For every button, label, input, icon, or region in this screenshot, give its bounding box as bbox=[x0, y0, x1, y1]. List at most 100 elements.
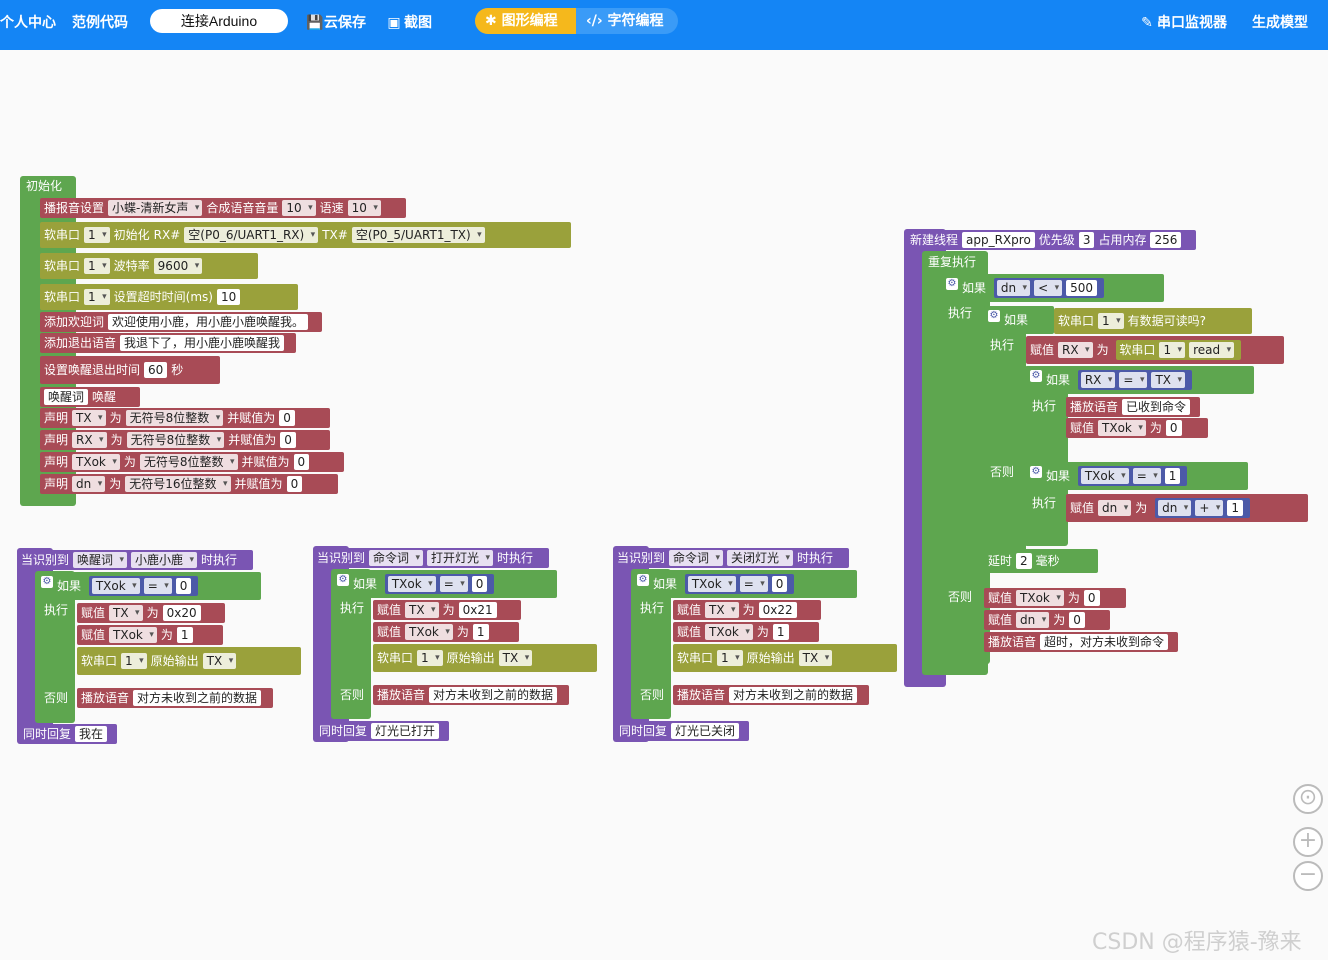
declare-tx[interactable]: 声明TX为无符号8位整数并赋值为0 bbox=[40, 408, 330, 428]
var-dropdown[interactable]: RX bbox=[72, 432, 107, 448]
voice-text[interactable]: 超时，对方未收到命令 bbox=[1040, 634, 1169, 650]
increment-dn[interactable]: 赋值dn为 dn+1 bbox=[1066, 494, 1308, 522]
word-type-dropdown[interactable]: 唤醒词 bbox=[73, 552, 128, 568]
gear-icon[interactable]: ⚙ bbox=[946, 278, 958, 290]
wake-play-voice[interactable]: 播放语音 对方未收到之前的数据 bbox=[77, 688, 273, 708]
compare-expr[interactable]: dn<500 bbox=[993, 278, 1105, 298]
var-dropdown[interactable]: TX bbox=[109, 605, 143, 621]
var-dropdown[interactable]: TXok bbox=[91, 578, 140, 594]
if4-row[interactable]: ⚙ 如果 TXok=1 bbox=[1026, 462, 1248, 490]
else-assign-dn[interactable]: 赋值dn为0 bbox=[984, 610, 1110, 630]
wake-timeout-value[interactable]: 60 bbox=[144, 362, 168, 378]
var-dropdown[interactable]: TX bbox=[405, 602, 439, 618]
text-mode-tab[interactable]: ‹/› 字符编程 bbox=[576, 8, 678, 34]
init-row-voice[interactable]: 播报音设置小蝶-清新女声合成语音音量10语速10 bbox=[40, 198, 406, 218]
cmd1-serial-write[interactable]: 软串口1原始输出TX bbox=[373, 644, 597, 672]
wake-word-value[interactable]: 唤醒词 bbox=[44, 389, 89, 405]
cmd2-assign-txok[interactable]: 赋值TXok为1 bbox=[673, 622, 819, 642]
var-dropdown[interactable]: TX bbox=[72, 410, 106, 426]
voice-dropdown[interactable]: 小蝶-清新女声 bbox=[108, 200, 203, 216]
word-dropdown[interactable]: 小鹿小鹿 bbox=[131, 552, 198, 568]
zoom-out-button[interactable]: − bbox=[1293, 861, 1323, 891]
value[interactable]: 500 bbox=[1066, 280, 1098, 296]
init-row-wake-word[interactable]: 唤醒词 唤醒 bbox=[40, 387, 140, 407]
gear-icon[interactable]: ⚙ bbox=[337, 574, 349, 586]
var-dropdown[interactable]: TX bbox=[798, 650, 833, 666]
wake-if-row[interactable]: ⚙ 如果 TXok=0 bbox=[37, 572, 261, 600]
op-dropdown[interactable]: < bbox=[1034, 280, 1063, 296]
assign-txok-0[interactable]: 赋值TXok为0 bbox=[1066, 418, 1208, 438]
var-dropdown[interactable]: TX bbox=[705, 602, 739, 618]
speed-dropdown[interactable]: 10 bbox=[347, 200, 381, 216]
op-dropdown[interactable]: = bbox=[1119, 372, 1148, 388]
assign-rx[interactable]: 赋值RX为 软串口1read bbox=[1026, 336, 1284, 364]
type-dropdown[interactable]: 无符号8位整数 bbox=[125, 410, 224, 426]
value[interactable]: 1 bbox=[772, 624, 789, 640]
serial-port-dropdown[interactable]: 1 bbox=[84, 289, 110, 305]
init-block-title[interactable]: 初始化 bbox=[22, 176, 67, 196]
cmd2-if-row[interactable]: ⚙ 如果 TXok=0 bbox=[633, 570, 857, 598]
init-value[interactable]: 0 bbox=[280, 432, 296, 448]
value[interactable]: 1 bbox=[1227, 500, 1244, 516]
voice-text[interactable]: 已收到命令 bbox=[1122, 399, 1191, 415]
serial-port-dropdown[interactable]: 1 bbox=[84, 258, 110, 274]
var-dropdown[interactable]: TX bbox=[202, 653, 237, 669]
value[interactable]: 0 bbox=[1069, 612, 1085, 628]
gear-icon[interactable]: ⚙ bbox=[988, 310, 1000, 322]
compare-expr[interactable]: TXok=0 bbox=[88, 576, 199, 596]
cmd1-assign-txok[interactable]: 赋值TXok为1 bbox=[373, 622, 519, 642]
welcome-text[interactable]: 欢迎使用小鹿，用小鹿小鹿唤醒我。 bbox=[108, 314, 309, 330]
compare-expr[interactable]: RX=TX bbox=[1077, 370, 1193, 390]
var-dropdown[interactable]: TXok bbox=[109, 627, 157, 643]
voice-text[interactable]: 对方未收到之前的数据 bbox=[133, 690, 262, 706]
var-dropdown[interactable]: dn bbox=[1098, 500, 1132, 516]
word-type-dropdown[interactable]: 命令词 bbox=[369, 550, 424, 566]
value[interactable]: 0 bbox=[175, 578, 192, 594]
cmd1-if-row[interactable]: ⚙ 如果 TXok=0 bbox=[333, 570, 557, 598]
value[interactable]: 0 bbox=[1083, 590, 1100, 606]
exit-text[interactable]: 我退下了，用小鹿小鹿唤醒我 bbox=[120, 335, 285, 351]
wake-assign-txok[interactable]: 赋值TXok为1 bbox=[77, 625, 223, 645]
cmd1-reply[interactable]: 同时回复 灯光已打开 bbox=[315, 721, 449, 741]
var-dropdown[interactable]: TXok bbox=[1080, 468, 1129, 484]
op-dropdown[interactable]: = bbox=[143, 578, 172, 594]
compare-expr[interactable]: TXok=1 bbox=[1077, 466, 1188, 486]
declare-txok[interactable]: 声明TXok为无符号8位整数并赋值为0 bbox=[40, 452, 344, 472]
value[interactable]: 0x20 bbox=[162, 605, 201, 621]
var-dropdown[interactable]: TXok bbox=[405, 624, 453, 640]
volume-dropdown[interactable]: 10 bbox=[282, 200, 316, 216]
gear-icon[interactable]: ⚙ bbox=[1030, 370, 1042, 382]
value[interactable]: 1 bbox=[1164, 468, 1181, 484]
if2-row[interactable]: ⚙ 如果 bbox=[984, 306, 1054, 334]
serial-port-dropdown[interactable]: 1 bbox=[717, 650, 743, 666]
else-assign-txok[interactable]: 赋值TXok为0 bbox=[984, 588, 1126, 608]
play-received[interactable]: 播放语音 已收到命令 bbox=[1066, 397, 1200, 417]
timeout-value[interactable]: 10 bbox=[216, 289, 241, 305]
gear-icon[interactable]: ⚙ bbox=[41, 576, 53, 588]
cmd2-serial-write[interactable]: 软串口1原始输出TX bbox=[673, 644, 897, 672]
var-dropdown[interactable]: TXok bbox=[1016, 590, 1064, 606]
var-dropdown[interactable]: dn bbox=[1016, 612, 1050, 628]
cmd2-reply[interactable]: 同时回复 灯光已关闭 bbox=[615, 721, 749, 741]
graphic-mode-tab[interactable]: ✱ 图形编程 bbox=[475, 8, 576, 34]
var-dropdown[interactable]: TXok bbox=[1098, 420, 1146, 436]
init-row-serial-init[interactable]: 软串口1初始化RX#空(P0_6/UART1_RX)TX#空(P0_5/UART… bbox=[40, 222, 571, 248]
value[interactable]: 0x21 bbox=[458, 602, 497, 618]
if3-row[interactable]: ⚙ 如果 RX=TX bbox=[1026, 366, 1254, 394]
example-code-link[interactable]: 范例代码 bbox=[72, 12, 128, 34]
var-dropdown[interactable]: TX bbox=[498, 650, 533, 666]
var-dropdown[interactable]: dn bbox=[1158, 500, 1192, 516]
value[interactable]: 0 bbox=[771, 576, 788, 592]
compare-expr[interactable]: TXok=0 bbox=[684, 574, 795, 594]
cmd2-play-voice[interactable]: 播放语音 对方未收到之前的数据 bbox=[673, 685, 869, 705]
value[interactable]: 0 bbox=[1165, 420, 1182, 436]
serial-port-dropdown[interactable]: 1 bbox=[1159, 342, 1186, 358]
serial-port-dropdown[interactable]: 1 bbox=[84, 227, 110, 243]
type-dropdown[interactable]: 无符号8位整数 bbox=[126, 432, 225, 448]
op-dropdown[interactable]: = bbox=[739, 576, 768, 592]
op-dropdown[interactable]: = bbox=[439, 576, 468, 592]
word-dropdown[interactable]: 打开灯光 bbox=[427, 550, 494, 566]
cmd2-assign-tx[interactable]: 赋值TX为0x22 bbox=[673, 600, 821, 620]
gear-icon[interactable]: ⚙ bbox=[1030, 466, 1042, 478]
thread-name[interactable]: app_RXpro bbox=[962, 232, 1035, 248]
